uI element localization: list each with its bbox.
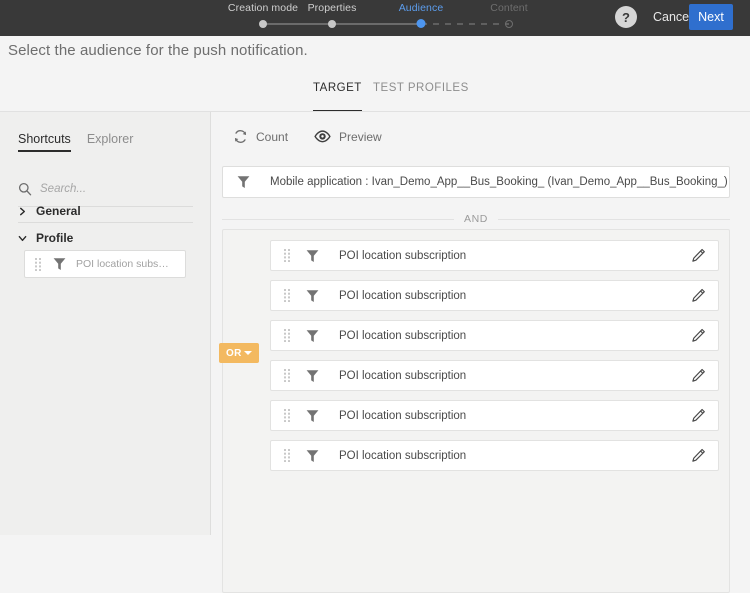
count-button-label: Count	[256, 129, 289, 144]
step-label-creation-mode[interactable]: Creation mode	[228, 2, 298, 14]
table-row[interactable]: POI location subscription	[270, 440, 719, 471]
or-operator-badge[interactable]: OR	[219, 343, 259, 363]
filter-icon	[306, 409, 319, 422]
drag-handle-icon[interactable]	[284, 369, 291, 382]
tab-test-profiles[interactable]: TEST PROFILES	[373, 78, 469, 110]
drag-handle-icon[interactable]	[35, 257, 42, 271]
search-icon	[18, 182, 32, 196]
eye-icon	[314, 130, 331, 143]
and-operator-row: AND	[222, 208, 731, 230]
edit-pencil-icon[interactable]	[691, 248, 706, 263]
edit-pencil-icon[interactable]	[691, 328, 706, 343]
rule-label: POI location subscription	[339, 329, 467, 342]
app-filter-row[interactable]: Mobile application : Ivan_Demo_App__Bus_…	[222, 166, 730, 198]
search-input[interactable]: Search...	[18, 176, 193, 202]
drag-handle-icon[interactable]	[284, 329, 291, 342]
app-filter-label: Mobile application : Ivan_Demo_App__Bus_…	[270, 176, 728, 188]
stepper-dot-content	[505, 20, 513, 28]
chevron-down-icon	[18, 235, 27, 241]
step-label-content: Content	[490, 2, 528, 14]
stepper-segment-dashed	[421, 23, 509, 25]
sidebar: Shortcuts Explorer Search... General Pro…	[0, 112, 211, 535]
rule-label: POI location subscription	[339, 449, 467, 462]
sidebar-item-general[interactable]: General	[18, 201, 81, 221]
stepper-dot-properties[interactable]	[328, 20, 336, 28]
filter-icon	[306, 289, 319, 302]
main-panel: Count Preview Mobile application : Ivan_…	[211, 112, 750, 593]
sidebar-tab-explorer-label: Explorer	[86, 132, 134, 146]
filter-icon	[306, 369, 319, 382]
stepper-labels: Creation mode Properties Audience Conten…	[210, 2, 530, 16]
chevron-down-icon[interactable]	[244, 351, 252, 355]
and-line-right	[498, 218, 731, 220]
query-toolbar: Count Preview	[233, 129, 382, 144]
tab-bar: TARGET TEST PROFILES	[0, 78, 750, 112]
sidebar-tab-shortcuts-label: Shortcuts	[18, 132, 71, 146]
filter-icon	[53, 258, 66, 270]
table-row[interactable]: POI location subscription	[270, 320, 719, 351]
help-icon[interactable]: ?	[615, 6, 637, 28]
sidebar-tab-explorer[interactable]: Explorer	[87, 132, 134, 152]
step-label-audience[interactable]: Audience	[399, 2, 444, 14]
rule-label: POI location subscription	[339, 249, 467, 262]
refresh-icon	[234, 130, 247, 143]
workflow-stepper: Creation mode Properties Audience Conten…	[210, 0, 530, 36]
page-title: Select the audience for the push notific…	[8, 42, 308, 59]
search-placeholder: Search...	[40, 183, 87, 195]
rule-label: POI location subscription	[339, 369, 467, 382]
tab-test-profiles-label: TEST PROFILES	[373, 82, 469, 94]
edit-pencil-icon[interactable]	[691, 288, 706, 303]
count-button[interactable]: Count	[233, 129, 288, 144]
edit-pencil-icon[interactable]	[691, 368, 706, 383]
table-row[interactable]: POI location subscription	[270, 280, 719, 311]
sidebar-tab-shortcuts[interactable]: Shortcuts	[18, 132, 71, 152]
filter-icon	[237, 176, 250, 188]
chevron-right-icon	[19, 207, 26, 215]
preview-button-label: Preview	[339, 129, 382, 144]
stepper-dot-audience[interactable]	[416, 19, 426, 28]
step-label-properties[interactable]: Properties	[308, 2, 357, 14]
rule-list: POI location subscription POI location s…	[270, 240, 719, 480]
sidebar-item-profile-label: Profile	[36, 231, 74, 245]
next-button[interactable]: Next	[689, 4, 733, 30]
sidebar-item-profile[interactable]: Profile	[18, 228, 73, 248]
preview-button[interactable]: Preview	[314, 130, 382, 144]
filter-icon	[306, 249, 319, 262]
filter-icon	[306, 449, 319, 462]
sidebar-tab-bar: Shortcuts Explorer	[18, 132, 133, 152]
tab-target-label: TARGET	[313, 82, 362, 94]
and-line-left	[222, 218, 455, 220]
and-operator-label: AND	[464, 213, 488, 225]
drag-handle-icon[interactable]	[284, 449, 291, 462]
edit-pencil-icon[interactable]	[691, 448, 706, 463]
sidebar-divider-general	[18, 222, 193, 223]
sidebar-item-general-label: General	[36, 204, 81, 218]
top-toolbar: Creation mode Properties Audience Conten…	[0, 0, 750, 36]
drag-handle-icon[interactable]	[284, 409, 291, 422]
stepper-track	[210, 19, 530, 28]
edit-pencil-icon[interactable]	[691, 408, 706, 423]
stepper-segment-solid	[263, 23, 421, 25]
sidebar-filter-chip[interactable]: POI location subscriptio···	[24, 250, 186, 278]
filter-icon	[306, 329, 319, 342]
drag-handle-icon[interactable]	[284, 249, 291, 262]
rule-label: POI location subscription	[339, 409, 467, 422]
or-operator-label: OR	[226, 347, 242, 359]
sidebar-filter-chip-label: POI location subscriptio···	[76, 258, 174, 270]
table-row[interactable]: POI location subscription	[270, 400, 719, 431]
table-row[interactable]: POI location subscription	[270, 360, 719, 391]
table-row[interactable]: POI location subscription	[270, 240, 719, 271]
rule-label: POI location subscription	[339, 289, 467, 302]
sidebar-tab-shortcuts-underline	[18, 150, 71, 152]
tab-target[interactable]: TARGET	[313, 78, 362, 112]
stepper-dot-creation-mode[interactable]	[259, 20, 267, 28]
drag-handle-icon[interactable]	[284, 289, 291, 302]
